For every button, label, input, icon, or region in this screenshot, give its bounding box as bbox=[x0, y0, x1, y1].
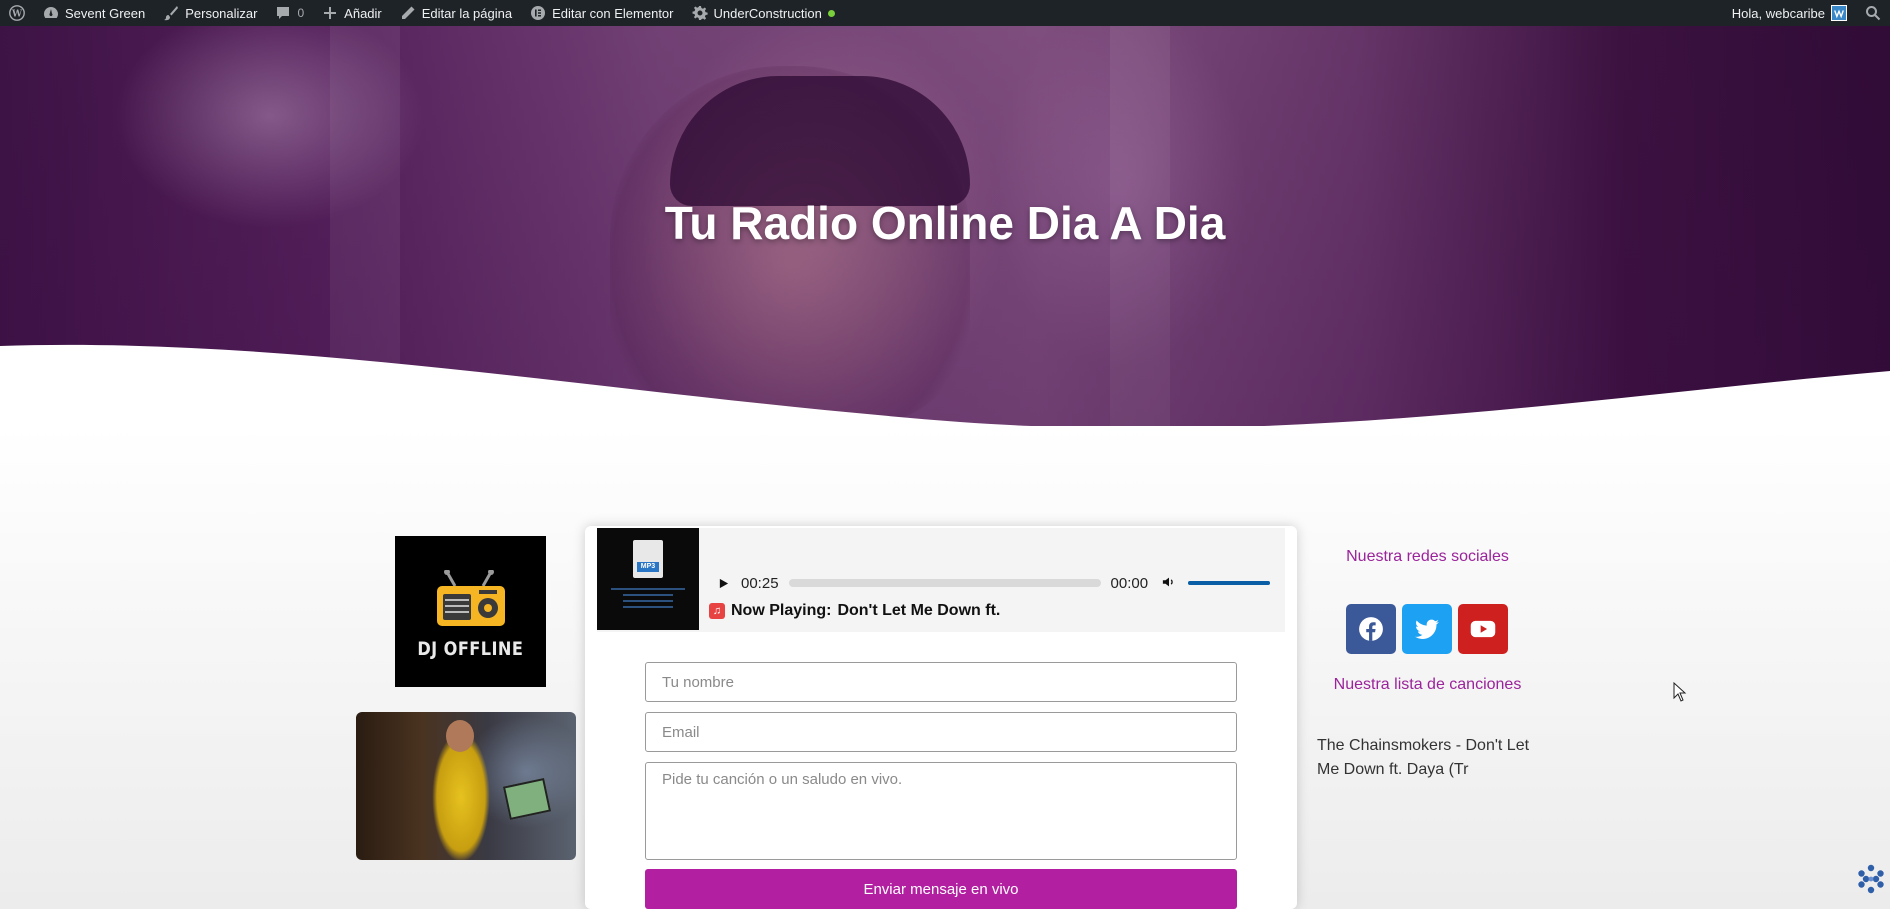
mp3-tag: MP3 bbox=[637, 562, 659, 572]
search-icon bbox=[1865, 5, 1881, 21]
duration-time: 00:00 bbox=[1110, 574, 1149, 592]
site-name-link[interactable]: Sevent Green bbox=[34, 0, 154, 26]
maintenance-label: UnderConstruction bbox=[713, 5, 822, 21]
gear-icon bbox=[692, 5, 708, 21]
youtube-icon bbox=[1470, 620, 1496, 638]
volume-slider[interactable] bbox=[1188, 581, 1271, 585]
message-field[interactable] bbox=[645, 762, 1237, 860]
now-playing: ♫ Now Playing: Don't Let Me Down ft. bbox=[709, 602, 1000, 620]
speaker-icon bbox=[1162, 577, 1173, 587]
edit-page-link[interactable]: Editar la página bbox=[391, 0, 521, 26]
twitter-icon bbox=[1415, 619, 1439, 639]
wordpress-logo-button[interactable]: W bbox=[0, 0, 34, 26]
email-field[interactable] bbox=[645, 712, 1237, 752]
customize-label: Personalizar bbox=[185, 5, 258, 21]
mouse-cursor bbox=[1673, 682, 1687, 702]
audio-player: MP3 00:25 00:00 ♫ Now Playing: Don't Let… bbox=[597, 528, 1285, 632]
dashboard-icon bbox=[43, 5, 59, 21]
add-new-link[interactable]: Añadir bbox=[313, 0, 391, 26]
maintenance-mode-link[interactable]: UnderConstruction bbox=[683, 0, 844, 26]
live-player-card: MP3 00:25 00:00 ♫ Now Playing: Don't Let… bbox=[585, 526, 1297, 909]
facebook-icon bbox=[1359, 617, 1383, 641]
song-list: The Chainsmokers - Don't Let Me Down ft.… bbox=[1317, 737, 1530, 778]
site-name-label: Sevent Green bbox=[65, 5, 146, 21]
music-note-icon: ♫ bbox=[709, 603, 725, 619]
current-time: 00:25 bbox=[741, 574, 779, 592]
elementor-icon bbox=[530, 5, 546, 21]
now-playing-track: Don't Let Me Down ft. bbox=[837, 602, 1001, 619]
youtube-button[interactable] bbox=[1458, 604, 1508, 654]
volume-level bbox=[1188, 581, 1271, 585]
admin-bar: W Sevent Green Personalizar 0 Añadir Edi… bbox=[0, 0, 1890, 26]
comment-icon bbox=[275, 5, 291, 21]
account-menu[interactable]: Hola, webcaribe bbox=[1723, 0, 1856, 26]
send-message-button[interactable]: Enviar mensaje en vivo bbox=[645, 869, 1237, 909]
play-icon bbox=[719, 578, 728, 588]
plus-icon bbox=[322, 5, 338, 21]
add-new-label: Añadir bbox=[344, 5, 382, 21]
volume-button[interactable] bbox=[1162, 575, 1178, 591]
comments-count: 0 bbox=[297, 6, 305, 20]
technician-photo bbox=[356, 712, 576, 860]
twitter-button[interactable] bbox=[1402, 604, 1452, 654]
customize-link[interactable]: Personalizar bbox=[154, 0, 266, 26]
social-icons bbox=[1346, 604, 1508, 654]
dj-status-label: DJ OFFLINE bbox=[417, 637, 524, 660]
status-dot bbox=[827, 9, 835, 17]
pencil-icon bbox=[400, 5, 416, 21]
progress-bar[interactable] bbox=[788, 579, 1101, 587]
mp3-file-icon: MP3 bbox=[633, 540, 663, 578]
name-field[interactable] bbox=[645, 662, 1237, 702]
social-title: Nuestra redes sociales bbox=[1346, 548, 1509, 565]
edit-elementor-label: Editar con Elementor bbox=[552, 5, 674, 21]
song-list-title: Nuestra lista de canciones bbox=[1333, 676, 1522, 693]
radio-icon bbox=[436, 569, 505, 626]
play-button[interactable] bbox=[715, 575, 731, 591]
player-controls: 00:25 00:00 bbox=[715, 573, 1285, 593]
edit-elementor-link[interactable]: Editar con Elementor bbox=[521, 0, 682, 26]
album-art: MP3 bbox=[597, 528, 699, 630]
wordpress-icon: W bbox=[9, 5, 25, 21]
now-playing-label: Now Playing: bbox=[731, 602, 832, 619]
dj-offline-image: DJ OFFLINE bbox=[395, 536, 546, 687]
avatar bbox=[1831, 5, 1847, 21]
edit-page-label: Editar la página bbox=[421, 5, 513, 21]
paintbrush-icon bbox=[163, 5, 179, 21]
search-button[interactable] bbox=[1856, 0, 1890, 26]
hero-wave-divider bbox=[0, 344, 1890, 426]
facebook-button[interactable] bbox=[1346, 604, 1396, 654]
comments-link[interactable]: 0 bbox=[266, 0, 313, 26]
svg-text:W: W bbox=[11, 10, 23, 20]
floating-widget-button[interactable] bbox=[1854, 862, 1888, 896]
greeting-label: Hola, webcaribe bbox=[1731, 5, 1825, 21]
